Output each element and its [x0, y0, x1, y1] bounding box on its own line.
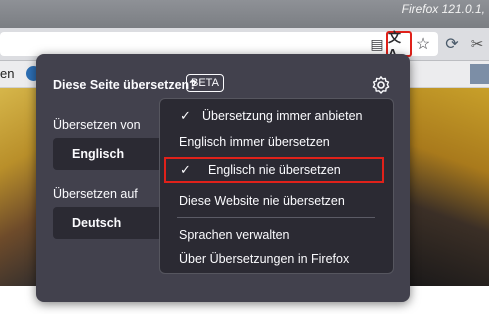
menu-item-about-translations[interactable]: Über Übersetzungen in Firefox — [160, 249, 393, 269]
menu-item-always-offer[interactable]: ✓ Übersetzung immer anbieten — [160, 106, 393, 126]
checkmark-icon: ✓ — [180, 162, 191, 177]
menu-item-label: Englisch immer übersetzen — [179, 135, 330, 149]
window-titlebar: Firefox 121.0.1, — [0, 0, 489, 28]
menu-item-label: Diese Website nie übersetzen — [179, 194, 345, 208]
menu-separator — [177, 217, 375, 218]
translate-from-label: Übersetzen von — [53, 118, 141, 132]
checkmark-icon: ✓ — [180, 108, 191, 123]
menu-item-always-translate[interactable]: Englisch immer übersetzen — [160, 132, 393, 152]
menu-item-manage-languages[interactable]: Sprachen verwalten — [160, 225, 393, 245]
bookmark-item[interactable]: en — [0, 66, 14, 81]
window-title: Firefox 121.0.1, — [401, 2, 485, 16]
panel-title: Diese Seite übersetzen? — [53, 78, 197, 92]
translate-to-label: Übersetzen auf — [53, 187, 138, 201]
reload-icon[interactable]: ⟳ — [441, 33, 463, 55]
menu-item-never-translate-language[interactable]: ✓ Englisch nie übersetzen — [164, 157, 384, 183]
bookmark-thumbnail — [470, 64, 489, 84]
menu-item-label: Über Übersetzungen in Firefox — [179, 252, 350, 266]
reader-view-icon[interactable]: ▤ — [366, 33, 388, 55]
gear-icon[interactable] — [371, 75, 391, 95]
menu-item-label: Übersetzung immer anbieten — [202, 109, 363, 123]
extension-icon[interactable]: ✂ — [466, 33, 488, 55]
bookmark-star-icon[interactable]: ☆ — [412, 33, 434, 55]
menu-item-never-translate-site[interactable]: Diese Website nie übersetzen — [160, 191, 393, 211]
menu-item-label: Sprachen verwalten — [179, 228, 290, 242]
translation-settings-menu: ✓ Übersetzung immer anbieten Englisch im… — [159, 98, 394, 274]
menu-item-label: Englisch nie übersetzen — [208, 163, 341, 177]
beta-badge: BETA — [186, 74, 224, 92]
